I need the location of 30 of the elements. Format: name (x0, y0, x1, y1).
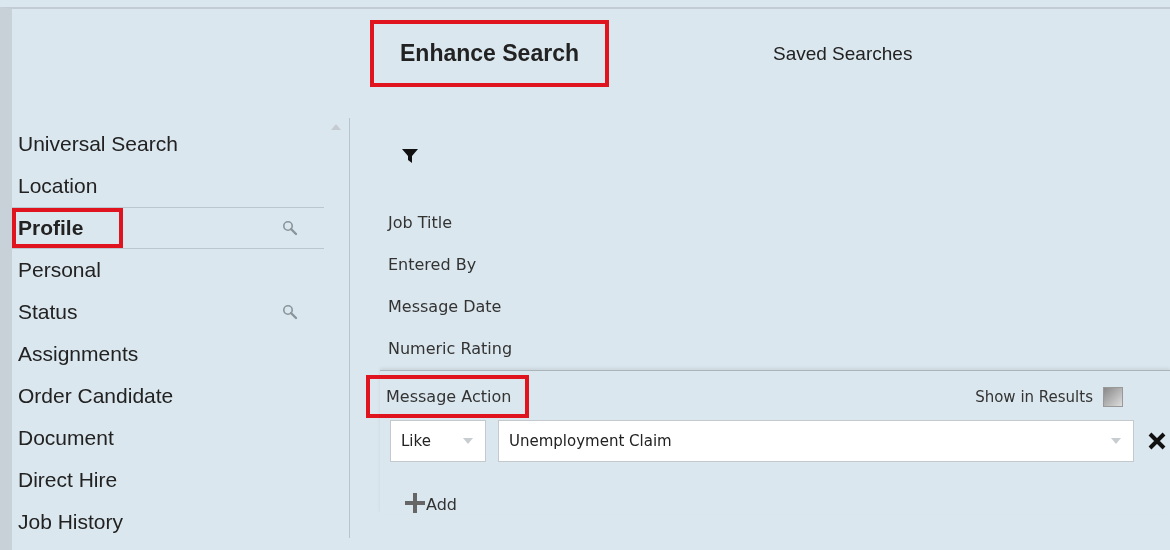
tab[interactable]: Saved Searches (738, 20, 947, 87)
show-in-results-label: Show in Results (975, 387, 1093, 406)
sidebar-item[interactable]: Location (12, 165, 324, 207)
checkbox[interactable] (1103, 386, 1123, 407)
sidebar-item[interactable]: Direct Hire (12, 459, 324, 501)
add-button[interactable]: Add (404, 492, 457, 514)
plus-icon (404, 492, 426, 514)
criterion-label: Message Action (366, 375, 530, 418)
sidebar-item[interactable]: Status (12, 291, 324, 333)
sidebar-item[interactable]: Order Candidate (12, 375, 324, 417)
field-option[interactable]: Numeric Rating (388, 328, 1170, 370)
filter-icon[interactable] (402, 148, 418, 164)
search-icon[interactable] (282, 304, 298, 320)
remove-icon[interactable] (1148, 432, 1166, 450)
sidebar-item[interactable]: Assignments (12, 333, 324, 375)
caret-icon[interactable] (1111, 438, 1121, 444)
sidebar-item[interactable]: Profile (12, 207, 324, 249)
sidebar-item[interactable]: Job History (12, 501, 324, 543)
sidebar-item[interactable]: Personal (12, 249, 324, 291)
sidebar-item[interactable]: Universal Search (12, 123, 324, 165)
field-option[interactable]: Message Date (388, 286, 1170, 328)
search-icon[interactable] (282, 220, 298, 236)
operator-dropdown[interactable]: Like (390, 420, 486, 462)
tab[interactable]: Enhance Search (370, 20, 609, 87)
scroll-up-icon[interactable] (331, 124, 341, 130)
sidebar-item[interactable]: Document (12, 417, 324, 459)
value-dropdown[interactable]: Unemployment Claim (498, 420, 1134, 462)
field-option[interactable]: Job Title (388, 202, 1170, 244)
caret-icon[interactable] (463, 438, 473, 444)
field-option[interactable]: Entered By (388, 244, 1170, 286)
